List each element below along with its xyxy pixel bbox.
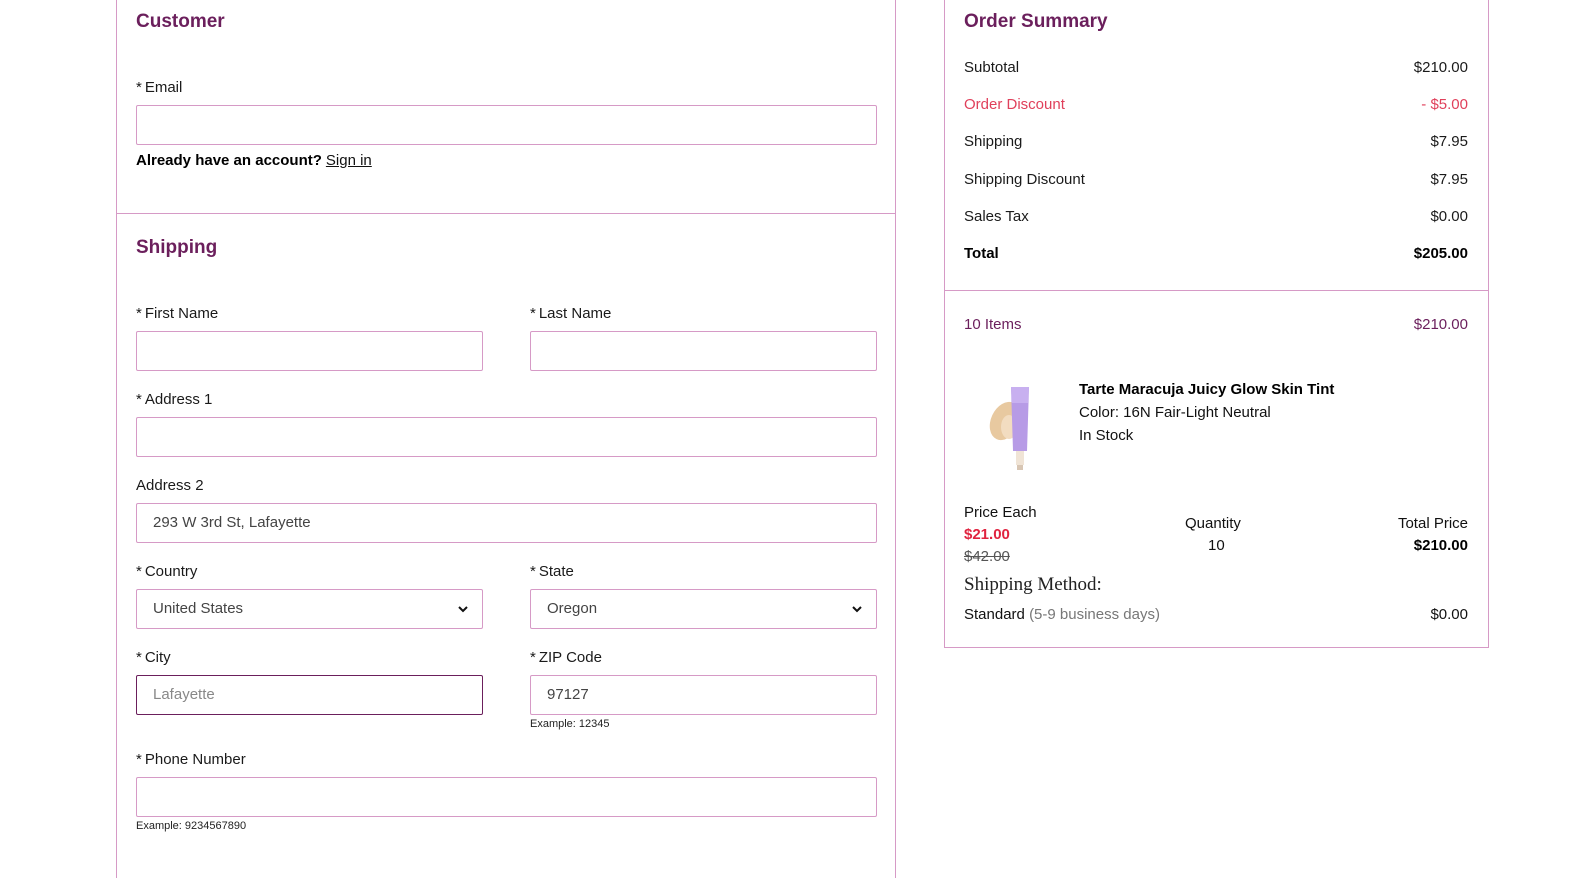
- phone-label: * Phone Number: [136, 751, 246, 768]
- first-name-field[interactable]: [136, 331, 483, 371]
- shipping-method-title: Shipping Method:: [964, 574, 1102, 595]
- phone-field[interactable]: [136, 777, 877, 817]
- first-name-label: * First Name: [136, 305, 219, 322]
- order-discount-row: Order Discount - $5.00: [964, 96, 1468, 113]
- price-original: $42.00: [964, 548, 1010, 565]
- address1-field[interactable]: [136, 417, 877, 457]
- state-select[interactable]: Oregon: [530, 589, 877, 629]
- chevron-down-icon: [458, 606, 468, 613]
- order-summary: Order Summary Subtotal $210.00 Order Dis…: [944, 0, 1489, 648]
- address2-label: Address 2: [136, 477, 204, 494]
- email-label: * Email: [136, 79, 183, 96]
- zip-hint: Example: 12345: [530, 718, 610, 730]
- state-label: * State: [530, 563, 574, 580]
- shipping-row: Shipping $7.95: [964, 133, 1468, 150]
- items-row[interactable]: 10 Items $210.00: [964, 316, 1468, 333]
- required-mark: *: [136, 79, 142, 96]
- state-value: Oregon: [547, 600, 598, 617]
- product-stock: In Stock: [1079, 427, 1134, 444]
- country-label: * Country: [136, 563, 198, 580]
- email-field[interactable]: [136, 105, 877, 145]
- total-price-label: Total Price: [1397, 515, 1468, 532]
- sales-tax-row: Sales Tax $0.00: [964, 208, 1468, 225]
- city-field[interactable]: Lafayette: [136, 675, 483, 715]
- country-select[interactable]: United States: [136, 589, 483, 629]
- product-color: Color: 16N Fair-Light Neutral: [1079, 404, 1271, 421]
- subtotal-row: Subtotal $210.00: [964, 59, 1468, 76]
- quantity-value: 10: [1208, 537, 1225, 554]
- shipping-discount-row: Shipping Discount $7.95: [964, 171, 1468, 188]
- total-price-value: $210.00: [1413, 537, 1468, 554]
- customer-section: Customer * Email Already have an account?…: [117, 0, 895, 214]
- account-prompt: Already have an account? Sign in: [136, 152, 372, 169]
- shipping-title: Shipping: [136, 237, 218, 258]
- price-each-label: Price Each: [964, 504, 1037, 521]
- phone-hint: Example: 9234567890: [136, 820, 247, 832]
- last-name-label: * Last Name: [530, 305, 612, 322]
- last-name-field[interactable]: [530, 331, 877, 371]
- sign-in-link[interactable]: Sign in: [326, 152, 372, 169]
- price-sale: $21.00: [964, 526, 1010, 543]
- items-count: 10 Items: [964, 316, 1022, 333]
- items-total: $210.00: [1413, 316, 1468, 333]
- product-name[interactable]: Tarte Maracuja Juicy Glow Skin Tint: [1079, 381, 1334, 398]
- product-image: [989, 387, 1029, 470]
- total-row: Total $205.00: [964, 245, 1468, 262]
- order-summary-title: Order Summary: [964, 11, 1108, 32]
- shipping-method-price: $0.00: [1430, 606, 1468, 623]
- zip-label: * ZIP Code: [530, 649, 602, 666]
- city-label: * City: [136, 649, 171, 666]
- shipping-method-name: Standard: [964, 606, 1025, 623]
- quantity-label: Quantity: [1185, 515, 1241, 532]
- summary-divider: [945, 290, 1488, 291]
- account-prompt-text: Already have an account?: [136, 152, 322, 169]
- zip-field[interactable]: 97127: [530, 675, 877, 715]
- shipping-method-eta: (5-9 business days): [1029, 606, 1160, 623]
- address2-field[interactable]: 293 W 3rd St, Lafayette: [136, 503, 877, 543]
- chevron-down-icon: [852, 606, 862, 613]
- customer-title: Customer: [136, 11, 225, 32]
- shipping-method-row: Standard (5-9 business days) $0.00: [964, 606, 1468, 623]
- country-value: United States: [153, 600, 244, 617]
- checkout-form: Customer * Email Already have an account?…: [116, 0, 896, 878]
- address1-label: * Address 1: [136, 391, 213, 408]
